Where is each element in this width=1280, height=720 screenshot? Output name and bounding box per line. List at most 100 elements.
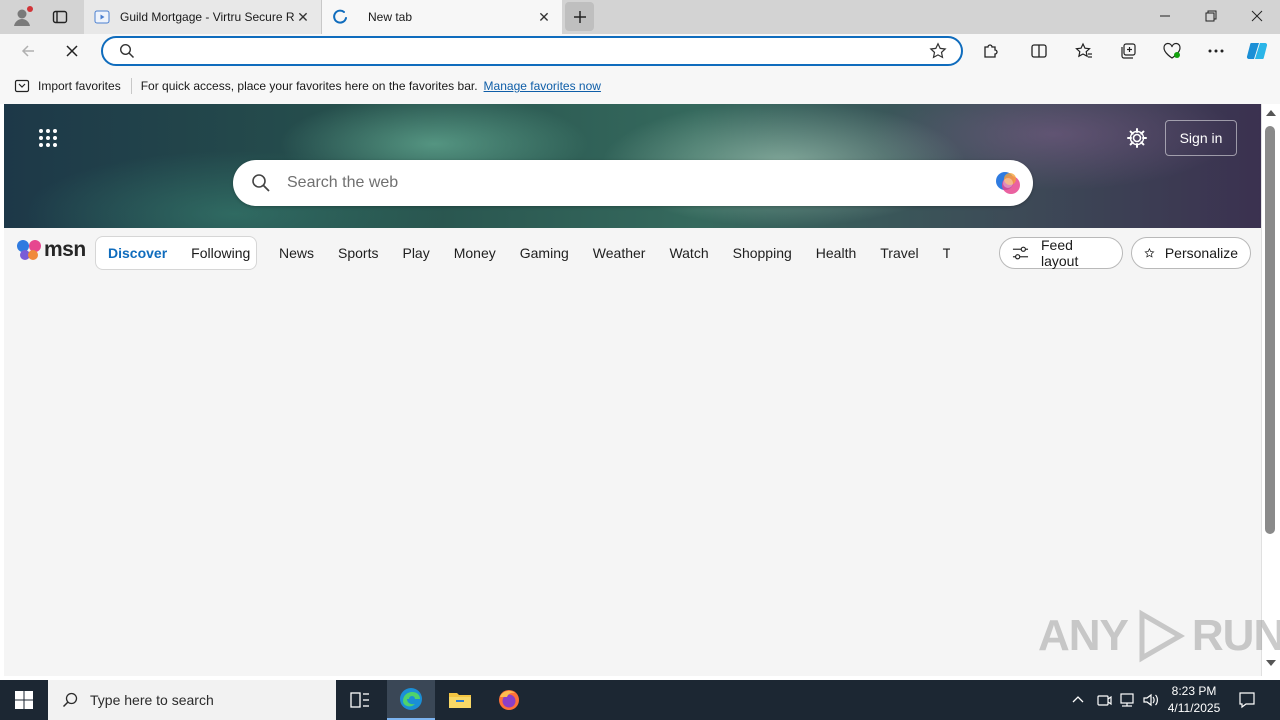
tab-title: Guild Mortgage - Virtru Secure R	[120, 10, 295, 24]
new-tab-button[interactable]	[565, 2, 594, 31]
msn-logo[interactable]: msn	[16, 238, 86, 262]
task-view-button[interactable]	[336, 680, 384, 720]
loading-icon	[332, 9, 348, 25]
copilot-button[interactable]	[1245, 39, 1269, 63]
nav-gaming[interactable]: Gaming	[508, 245, 581, 261]
split-screen-icon	[1031, 44, 1047, 58]
taskbar-search[interactable]: Type here to search	[48, 680, 336, 720]
watermark-right: RUN	[1191, 611, 1280, 660]
nav-news[interactable]: News	[267, 245, 326, 261]
folder-icon	[449, 693, 471, 708]
address-bar[interactable]	[101, 36, 963, 66]
web-search-box[interactable]: Search the web	[233, 160, 1033, 206]
gear-icon[interactable]	[1126, 127, 1148, 149]
notification-icon[interactable]	[1238, 691, 1256, 709]
tab-discover[interactable]: Discover	[96, 245, 179, 261]
scrollbar-thumb[interactable]	[1265, 126, 1275, 534]
minimize-button[interactable]	[1142, 0, 1188, 32]
plus-icon	[573, 10, 586, 23]
settings-more-button[interactable]	[1204, 39, 1228, 63]
nav-shopping[interactable]: Shopping	[721, 245, 804, 261]
tab-new-tab[interactable]: New tab ✕	[322, 0, 562, 34]
scroll-up-arrow-icon[interactable]	[1266, 110, 1276, 116]
nav-money[interactable]: Money	[442, 245, 508, 261]
close-icon	[1251, 10, 1263, 22]
stop-loading-button[interactable]	[60, 39, 84, 63]
start-button[interactable]	[0, 680, 48, 720]
nav-sports[interactable]: Sports	[326, 245, 390, 261]
search-icon	[251, 173, 271, 193]
personalize-button[interactable]: Personalize	[1131, 237, 1251, 269]
close-icon	[66, 45, 78, 57]
sign-in-button[interactable]: Sign in	[1165, 120, 1237, 156]
network-icon[interactable]	[1118, 692, 1136, 708]
edge-icon	[400, 688, 422, 710]
favorite-star-icon[interactable]	[929, 42, 947, 60]
windows-taskbar: Type here to search 8:23 PM 4/11/2025	[0, 680, 1280, 720]
tab-guild-mortgage[interactable]: Guild Mortgage - Virtru Secure R ✕	[84, 0, 322, 34]
nav-health[interactable]: Health	[804, 245, 868, 261]
msn-logo-text: msn	[44, 238, 86, 261]
tab-following[interactable]: Following	[179, 245, 262, 261]
windows-logo-icon	[15, 691, 33, 709]
import-favorites-icon[interactable]	[14, 78, 30, 94]
nav-traffic[interactable]: Traffic	[931, 245, 950, 261]
apps-grid-icon[interactable]	[38, 128, 58, 148]
web-search-input[interactable]: Search the web	[287, 174, 398, 192]
collections-icon	[1121, 43, 1136, 59]
taskbar-clock[interactable]: 8:23 PM 4/11/2025	[1164, 683, 1224, 717]
taskbar-edge[interactable]	[387, 680, 435, 720]
volume-icon[interactable]	[1142, 692, 1160, 708]
restore-icon	[1205, 10, 1217, 22]
hero-background: Sign in Search the web	[4, 104, 1261, 228]
heart-pulse-icon	[1163, 42, 1181, 59]
favorites-bar-message: For quick access, place your favorites h…	[140, 79, 478, 93]
play-logo-icon	[1139, 609, 1185, 663]
profile-icon[interactable]	[8, 4, 36, 30]
more-icon	[1208, 49, 1224, 53]
watermark-left: ANY	[1038, 611, 1129, 660]
personalize-label: Personalize	[1164, 245, 1238, 261]
close-icon[interactable]: ✕	[536, 9, 552, 25]
video-tab-icon	[94, 9, 110, 25]
browser-essentials-button[interactable]	[1160, 39, 1184, 63]
page-scrollbar[interactable]	[1262, 104, 1280, 676]
taskbar-firefox[interactable]	[485, 680, 533, 720]
meet-now-icon[interactable]	[1096, 692, 1112, 708]
nav-travel[interactable]: Travel	[868, 245, 930, 261]
title-bar: Guild Mortgage - Virtru Secure R ✕ New t…	[0, 0, 1280, 34]
sparkle-star-icon	[1144, 247, 1155, 258]
collections-button[interactable]	[1116, 39, 1140, 63]
taskbar-search-input[interactable]: Type here to search	[90, 692, 214, 708]
msn-butterfly-icon	[17, 240, 41, 260]
back-button[interactable]	[16, 39, 40, 63]
import-favorites-button[interactable]: Import favorites	[38, 79, 121, 93]
split-screen-button[interactable]	[1027, 39, 1051, 63]
nav-weather[interactable]: Weather	[581, 245, 658, 261]
favorites-icon	[1075, 42, 1092, 58]
favorites-button[interactable]	[1072, 39, 1096, 63]
msn-new-tab-page: Sign in Search the web msn Discover Foll…	[4, 104, 1262, 676]
search-icon	[62, 692, 78, 708]
divider	[130, 78, 132, 94]
taskbar-file-explorer[interactable]	[436, 680, 484, 720]
restore-button[interactable]	[1188, 0, 1234, 32]
close-window-button[interactable]	[1234, 0, 1280, 32]
clock-time: 8:23 PM	[1171, 684, 1217, 698]
tab-actions-icon[interactable]	[48, 5, 72, 29]
feed-layout-button[interactable]: Feed layout	[999, 237, 1123, 269]
clock-date: 4/11/2025	[1167, 701, 1221, 715]
task-view-icon	[350, 692, 369, 708]
close-icon[interactable]: ✕	[295, 9, 311, 25]
nav-watch[interactable]: Watch	[657, 245, 720, 261]
chevron-up-icon[interactable]	[1070, 692, 1086, 708]
sliders-icon	[1012, 246, 1029, 260]
nav-play[interactable]: Play	[390, 245, 441, 261]
extensions-button[interactable]	[979, 39, 1003, 63]
search-icon	[119, 43, 135, 59]
copilot-icon[interactable]	[993, 168, 1023, 198]
manage-favorites-link[interactable]: Manage favorites now	[484, 79, 601, 93]
browser-toolbar	[0, 34, 1280, 68]
firefox-icon	[499, 690, 519, 710]
tab-title: New tab	[368, 10, 413, 24]
